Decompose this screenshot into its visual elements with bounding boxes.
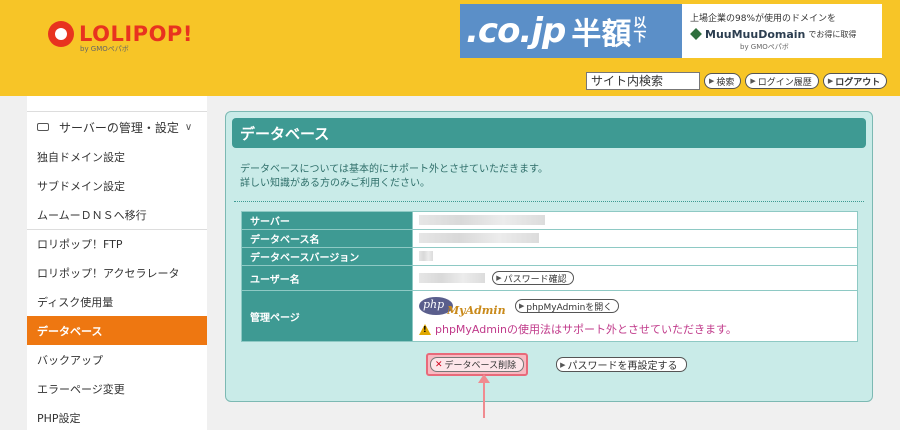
arrow-right-icon: ▶ xyxy=(496,274,502,282)
header: LOLIPOP! by GMOペパボ .co.jp 半額 以 下 上場企業の98… xyxy=(0,0,900,96)
open-phpmyadmin-label: phpMyAdminを開く xyxy=(526,302,613,313)
lolipop-logo[interactable]: LOLIPOP! by GMOペパボ xyxy=(48,16,193,53)
ad-banner[interactable]: .co.jp 半額 以 下 上場企業の98%が使用のドメインを MuuMuuDo… xyxy=(460,4,882,58)
banner-domain: .co.jp xyxy=(466,11,566,51)
logout-button[interactable]: ▶ ログアウト xyxy=(822,73,888,89)
table-row-dbversion: データベースバージョン xyxy=(242,248,857,265)
sidebar-item-accelerator[interactable]: ロリポップ！アクセラレータ xyxy=(27,258,207,287)
site-search-input[interactable] xyxy=(586,72,700,90)
sidebar-item-ftp[interactable]: ロリポップ！FTP xyxy=(27,229,207,258)
redacted-value xyxy=(419,233,539,243)
arrow-right-icon: ▶ xyxy=(750,77,756,85)
dbname-label: データベース名 xyxy=(242,230,412,247)
database-panel: データベース データベースについては基本的にサポート外とさせていただきます。 詳… xyxy=(225,111,873,402)
redacted-value xyxy=(419,273,485,283)
username-label: ユーザー名 xyxy=(242,266,412,290)
dbname-value xyxy=(413,230,857,247)
sidebar-item-php[interactable]: PHP設定 xyxy=(27,403,207,430)
password-check-label: パスワード確認 xyxy=(503,274,567,285)
server-icon xyxy=(37,123,49,131)
delete-highlight: ✕ データベース削除 xyxy=(426,353,529,376)
banner-sub: by GMOペパボ xyxy=(740,42,789,51)
reset-password-button[interactable]: ▶ パスワードを再設定する xyxy=(556,357,687,372)
login-history-label: ログイン履歴 xyxy=(757,77,812,88)
annotation-arrow xyxy=(478,374,490,418)
sidebar: サーバーの管理・設定 ∨ 独自ドメイン設定 サブドメイン設定 ムームーＤＮＳへ移… xyxy=(27,96,207,430)
dbversion-label: データベースバージョン xyxy=(242,248,412,265)
divider xyxy=(234,201,864,202)
warning-message: phpMyAdminの使用法はサポート外とさせていただきます。 xyxy=(419,321,857,337)
password-check-button[interactable]: ▶ パスワード確認 xyxy=(492,271,574,285)
reset-password-label: パスワードを再設定する xyxy=(567,361,678,372)
page-title: データベース xyxy=(232,118,866,148)
chevron-down-icon: ∨ xyxy=(184,121,193,133)
sidebar-item-database[interactable]: データベース xyxy=(27,316,207,345)
banner-half: 半額 xyxy=(571,17,632,52)
banner-right: 上場企業の98%が使用のドメインを MuuMuuDomain でお得に取得 by… xyxy=(682,4,882,58)
close-icon: ✕ xyxy=(435,359,443,370)
sidebar-item-subdomain[interactable]: サブドメイン設定 xyxy=(27,171,207,200)
login-history-button[interactable]: ▶ ログイン履歴 xyxy=(745,73,819,89)
table-row-server: サーバー xyxy=(242,212,857,229)
sidebar-section-label: サーバーの管理・設定 xyxy=(59,120,179,135)
username-value: ▶ パスワード確認 xyxy=(413,266,857,290)
arrow-right-icon: ▶ xyxy=(827,77,834,85)
lolipop-logo-icon xyxy=(48,21,74,47)
arrow-right-icon: ▶ xyxy=(560,360,566,369)
sidebar-item-disk-usage[interactable]: ディスク使用量 xyxy=(27,287,207,316)
arrow-right-icon: ▶ xyxy=(519,302,525,310)
logout-label: ログアウト xyxy=(835,77,881,88)
sidebar-top-gap xyxy=(27,96,207,112)
banner-left: .co.jp 半額 以 下 xyxy=(460,4,682,58)
admin-value: php MyAdmin ▶phpMyAdminを開く phpMyAdminの使用… xyxy=(413,291,857,341)
banner-ika-top: 以 xyxy=(633,16,647,31)
dbversion-value xyxy=(413,248,857,265)
arrow-right-icon: ▶ xyxy=(709,77,715,85)
pma-my-text: MyAdmin xyxy=(447,304,506,317)
banner-brand: MuuMuuDomain xyxy=(705,27,806,41)
banner-ika-bottom: 下 xyxy=(633,30,647,45)
search-button[interactable]: ▶ 検索 xyxy=(704,73,742,89)
redacted-value xyxy=(419,215,545,225)
banner-tag: でお得に取得 xyxy=(808,29,857,39)
pma-row: php MyAdmin ▶ phpMyAdminを開く xyxy=(419,295,857,317)
pma-php-text: php xyxy=(423,298,445,311)
server-label: サーバー xyxy=(242,212,412,229)
warning-text: phpMyAdminの使用法はサポート外とさせていただきます。 xyxy=(435,323,737,336)
muumuu-icon xyxy=(690,28,702,40)
open-phpmyadmin-button[interactable]: ▶ phpMyAdminを開く xyxy=(515,299,620,313)
banner-line2: MuuMuuDomain でお得に取得 xyxy=(690,28,874,41)
table-row-username: ユーザー名 ▶ パスワード確認 xyxy=(242,266,857,290)
top-nav: ▶検索 ▶ログイン履歴 ▶ログアウト xyxy=(586,72,888,90)
sidebar-section-server[interactable]: サーバーの管理・設定 ∨ xyxy=(27,112,207,142)
banner-ika: 以 下 xyxy=(633,17,646,45)
admin-label: 管理ページ xyxy=(242,291,412,341)
table-row-admin: 管理ページ php MyAdmin ▶phpMyAdminを開く phpMyAd… xyxy=(242,291,857,341)
redacted-value xyxy=(419,251,433,261)
logo-text: LOLIPOP! xyxy=(79,22,193,46)
sidebar-item-muumuu-dns[interactable]: ムームーＤＮＳへ移行 xyxy=(27,200,207,229)
phpmyadmin-logo: php MyAdmin xyxy=(419,295,511,317)
warning-icon xyxy=(419,323,431,335)
panel-description: データベースについては基本的にサポート外とさせていただきます。 詳しい知識がある… xyxy=(240,163,548,191)
arrow-shaft xyxy=(483,382,485,418)
logo-sub: by GMOペパボ xyxy=(80,45,129,53)
action-buttons: ✕ データベース削除 ▶ パスワードを再設定する xyxy=(426,353,687,376)
server-value xyxy=(413,212,857,229)
desc-line-2: 詳しい知識がある方のみご利用ください。 xyxy=(240,178,430,189)
database-info-table: サーバー データベース名 データベースバージョン ユーザー名 ▶ パスワード確認 … xyxy=(241,211,858,342)
sidebar-item-backup[interactable]: バックアップ xyxy=(27,345,207,374)
desc-line-1: データベースについては基本的にサポート外とさせていただきます。 xyxy=(240,164,548,175)
delete-database-label: データベース削除 xyxy=(444,361,517,371)
sidebar-item-error-page[interactable]: エラーページ変更 xyxy=(27,374,207,403)
banner-line1: 上場企業の98%が使用のドメインを xyxy=(690,13,837,24)
search-button-label: 検索 xyxy=(716,77,735,88)
sidebar-item-domain[interactable]: 独自ドメイン設定 xyxy=(27,142,207,171)
delete-database-button[interactable]: ✕ データベース削除 xyxy=(430,357,525,372)
table-row-dbname: データベース名 xyxy=(242,230,857,247)
